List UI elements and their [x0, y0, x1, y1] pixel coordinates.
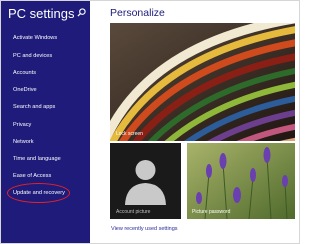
sidebar-item-accounts[interactable]: Accounts — [13, 70, 36, 76]
sidebar-item-time-and-language[interactable]: Time and language — [13, 156, 61, 162]
search-icon[interactable] — [77, 8, 86, 17]
sidebar-item-onedrive[interactable]: OneDrive — [13, 87, 37, 93]
lavender-image — [187, 143, 295, 219]
sidebar-item-network[interactable]: Network — [13, 139, 34, 145]
account-picture-label: Account picture — [116, 209, 151, 215]
lock-screen-tile[interactable]: Lock screen — [110, 23, 295, 141]
sidebar-title: PC settings — [8, 6, 75, 21]
page-title: Personalize — [110, 7, 165, 19]
recent-settings-link[interactable]: View recently used settings — [111, 226, 178, 232]
user-avatar-icon — [125, 160, 166, 205]
window: PC settings Activate Windows PC and devi… — [0, 0, 300, 244]
sidebar-item-privacy[interactable]: Privacy — [13, 122, 31, 128]
sidebar-item-ease-of-access[interactable]: Ease of Access — [13, 173, 51, 179]
sidebar: PC settings Activate Windows PC and devi… — [1, 1, 90, 243]
picture-password-label: Picture password — [192, 209, 231, 215]
picture-password-tile[interactable]: Picture password — [187, 143, 295, 219]
sidebar-item-activate-windows[interactable]: Activate Windows — [13, 35, 57, 41]
account-picture-tile[interactable]: Account picture — [110, 143, 181, 219]
lock-screen-label: Lock screen — [116, 131, 143, 137]
main-panel: Personalize Lock screen Account picture … — [90, 1, 299, 243]
sidebar-item-pc-and-devices[interactable]: PC and devices — [13, 53, 52, 59]
lock-screen-image — [110, 23, 295, 141]
sidebar-item-search-and-apps[interactable]: Search and apps — [13, 104, 55, 110]
annotation-circle — [7, 183, 70, 203]
